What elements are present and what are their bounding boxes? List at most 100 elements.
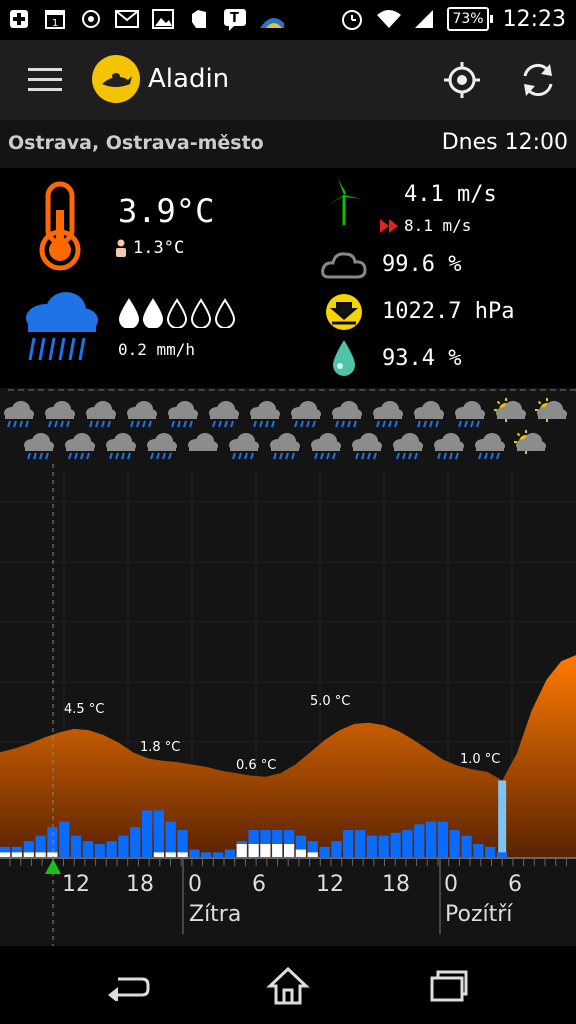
rain-bar <box>319 846 330 858</box>
snow-bar <box>260 844 271 858</box>
rain-bar <box>473 844 484 858</box>
x-tick-label: 0 <box>188 872 202 897</box>
recent-apps-icon <box>430 970 468 1002</box>
wind-turbine-icon <box>320 179 368 225</box>
divider <box>8 389 576 391</box>
gallery-icon <box>150 6 176 32</box>
clock: 12:23 <box>502 6 566 32</box>
rain-cloud-icon <box>123 396 159 428</box>
rain-bar <box>82 841 93 858</box>
precip-amount: 0.2 mm/h <box>118 340 196 359</box>
drop-icon <box>190 298 212 328</box>
status-bar: 1 T 73% 12:23 <box>0 0 576 40</box>
forecast-time[interactable]: Dnes 12:00 <box>442 130 568 155</box>
rain-cloud-icon <box>205 396 241 428</box>
add-icon <box>6 6 32 32</box>
humidity-icon <box>320 338 368 378</box>
temperature-annotation: 0.6 °C <box>236 758 277 773</box>
rain-cloud-icon <box>389 428 425 460</box>
temperature-annotation: 4.5 °C <box>64 702 105 717</box>
rain-cloud-icon <box>246 396 282 428</box>
rain-cloud-icon <box>164 396 200 428</box>
forecast-icons-row-2 <box>0 428 576 462</box>
sun-cloud-icon <box>533 396 569 428</box>
locate-button[interactable] <box>440 58 484 102</box>
svg-text:1: 1 <box>52 18 58 29</box>
rain-bar <box>59 821 70 858</box>
system-status: 73% 12:23 <box>339 6 566 32</box>
rain-cloud-icon <box>328 396 364 428</box>
sun-cloud-icon <box>512 428 548 460</box>
drop-icon <box>142 298 164 328</box>
menu-button[interactable] <box>28 68 62 92</box>
rain-bar <box>390 832 401 858</box>
x-tick-label: 6 <box>508 872 522 897</box>
temperature-annotation: 1.0 °C <box>460 752 501 767</box>
rain-cloud-icon <box>348 428 384 460</box>
rain-cloud-icon <box>266 428 302 460</box>
rain-cloud-icon <box>287 396 323 428</box>
temperature: 3.9°C <box>118 192 215 230</box>
drop-icon <box>166 298 188 328</box>
svg-text:T: T <box>230 11 239 26</box>
rain-cloud-icon <box>20 428 56 460</box>
navigation-bar <box>0 946 576 1024</box>
snow-bar <box>248 844 259 858</box>
evernote-icon <box>186 6 212 32</box>
rain-bar <box>378 835 389 858</box>
alarm-icon <box>339 6 365 32</box>
battery-icon: 73% <box>447 7 493 31</box>
rain-cloud-icon <box>102 428 138 460</box>
x-tick-label: 12 <box>62 872 90 897</box>
snow-bar <box>295 849 306 858</box>
rain-bar <box>331 841 342 858</box>
rain-bar <box>94 844 105 858</box>
cloud-icon <box>320 244 368 284</box>
sun-cloud-icon <box>492 396 528 428</box>
rain-cloud-icon <box>20 290 102 372</box>
rain-bar <box>71 835 82 858</box>
location-name[interactable]: Ostrava, Ostrava-město <box>8 132 264 154</box>
current-conditions: 3.9°C 1.3°C 0.2 mm/h 4.1 m/s 8.1 m/s 99.… <box>0 168 576 388</box>
back-icon <box>108 977 150 1001</box>
feels-like: 1.3°C <box>114 238 184 258</box>
wind-gust: 8.1 m/s <box>404 216 472 235</box>
drop-icon <box>118 298 140 328</box>
home-button[interactable] <box>258 964 318 1008</box>
person-icon <box>116 239 126 257</box>
calendar-icon: 1 <box>42 6 68 32</box>
forecast-icons-row-1 <box>0 396 576 430</box>
battery-level: 73% <box>447 7 489 31</box>
rain-bar <box>118 835 129 858</box>
x-tick-label: 0 <box>444 872 458 897</box>
x-tick-label: 6 <box>252 872 266 897</box>
gmail-icon <box>114 6 140 32</box>
gust-icon <box>380 218 402 237</box>
x-tick-label: 18 <box>126 872 154 897</box>
back-button[interactable] <box>98 964 158 1008</box>
drop-icon <box>214 298 236 328</box>
rain-bar <box>153 810 164 858</box>
refresh-button[interactable] <box>516 58 560 102</box>
now-marker <box>45 859 61 874</box>
pressure-icon <box>320 292 368 332</box>
rain-bar <box>142 810 153 858</box>
settings-app-icon <box>78 6 104 32</box>
temperature-annotation: 5.0 °C <box>310 694 351 709</box>
snow-bar <box>236 844 247 858</box>
refresh-icon <box>523 63 553 97</box>
rain-cloud-icon <box>143 428 179 460</box>
rain-bar <box>130 827 141 858</box>
home-icon <box>266 966 310 1005</box>
rain-cloud-icon <box>61 428 97 460</box>
app-title: Aladin <box>148 64 230 94</box>
forecast-chart[interactable]: 12 18 0 6 12 18 0 6 Zítra Pozítří 4.5 °C 1.8 °C 0.6 … <box>0 392 576 946</box>
thermometer-icon <box>30 180 92 276</box>
weather-widget-icon <box>258 6 284 32</box>
wifi-icon <box>375 6 402 32</box>
rain-cloud-icon <box>471 428 507 460</box>
rain-bar <box>437 821 448 858</box>
recent-apps-button[interactable] <box>418 964 478 1008</box>
notification-icons: 1 T <box>6 6 284 32</box>
rain-bar <box>343 830 354 858</box>
